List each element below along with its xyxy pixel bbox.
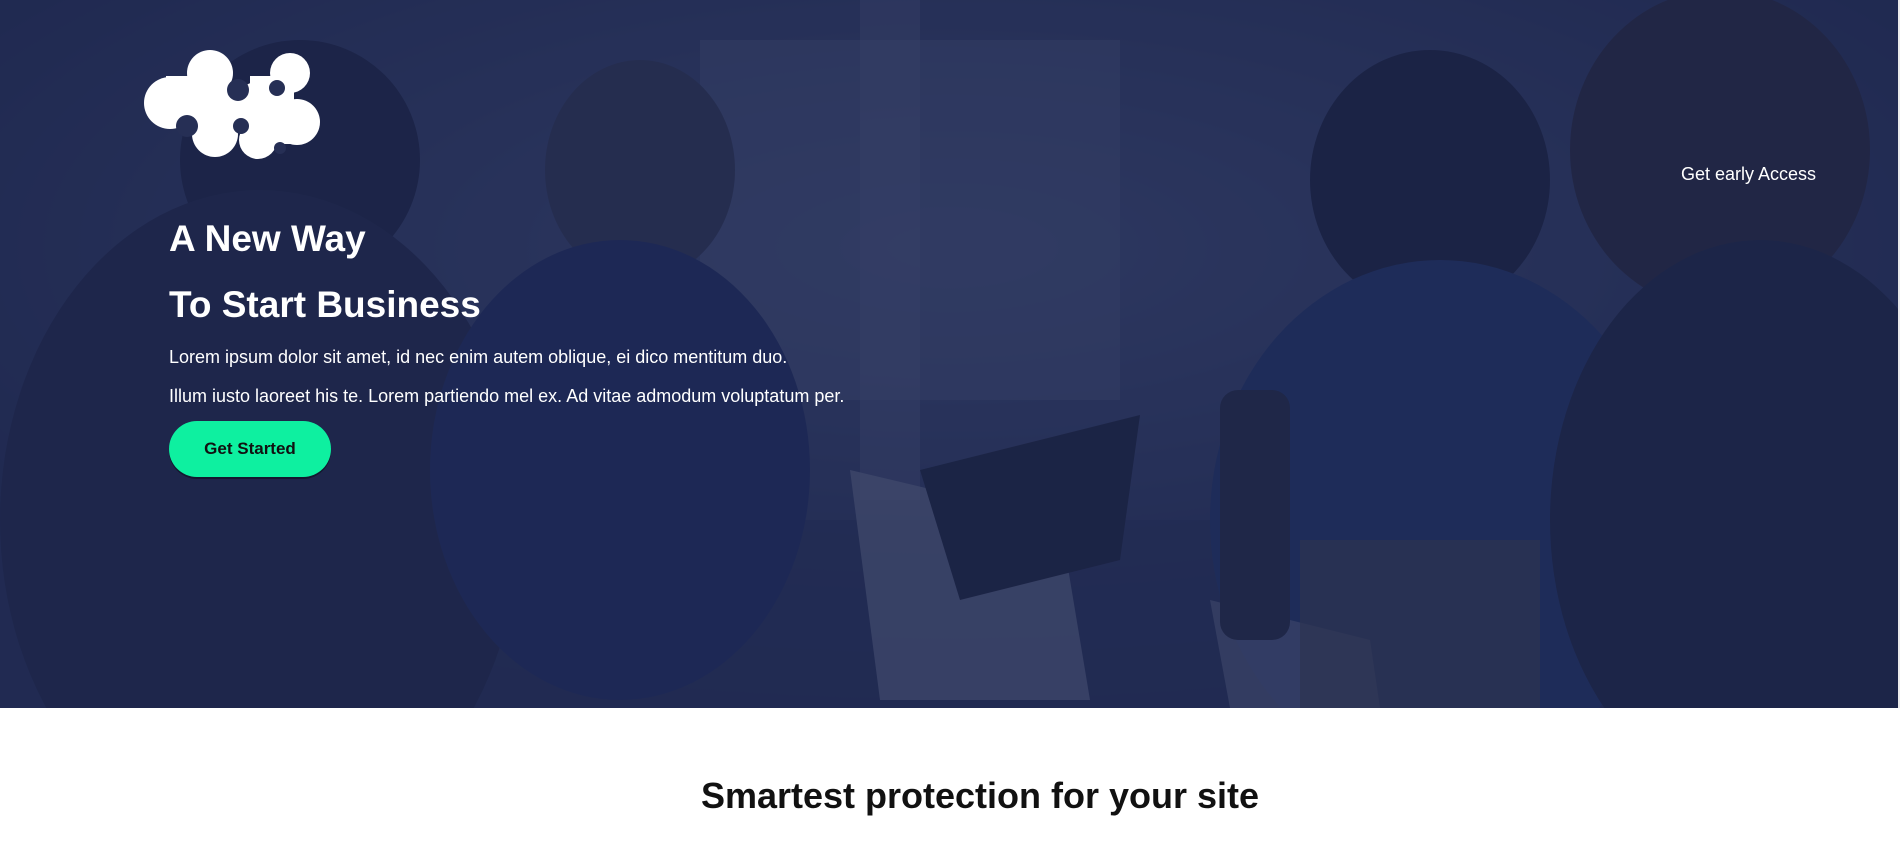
get-started-button[interactable]: Get Started — [169, 421, 331, 477]
get-early-access-link[interactable]: Get early Access — [1681, 164, 1816, 184]
hero-section: Get early Access A New Way To Start Busi… — [0, 0, 1898, 708]
hero-description-line-2: Illum iusto laoreet his te. Lorem partie… — [169, 386, 845, 406]
hero-title: A New Way To Start Business — [169, 206, 481, 338]
hero-title-line-1: A New Way — [169, 218, 366, 259]
molecule-logo-icon[interactable] — [140, 48, 324, 160]
landing-page: Get early Access A New Way To Start Busi… — [0, 0, 1900, 867]
hero-title-line-2: To Start Business — [169, 284, 481, 325]
hero-description-line-1: Lorem ipsum dolor sit amet, id nec enim … — [169, 347, 788, 367]
hero-description: Lorem ipsum dolor sit amet, id nec enim … — [169, 338, 844, 416]
section-title: Smartest protection for your site — [700, 775, 1260, 816]
